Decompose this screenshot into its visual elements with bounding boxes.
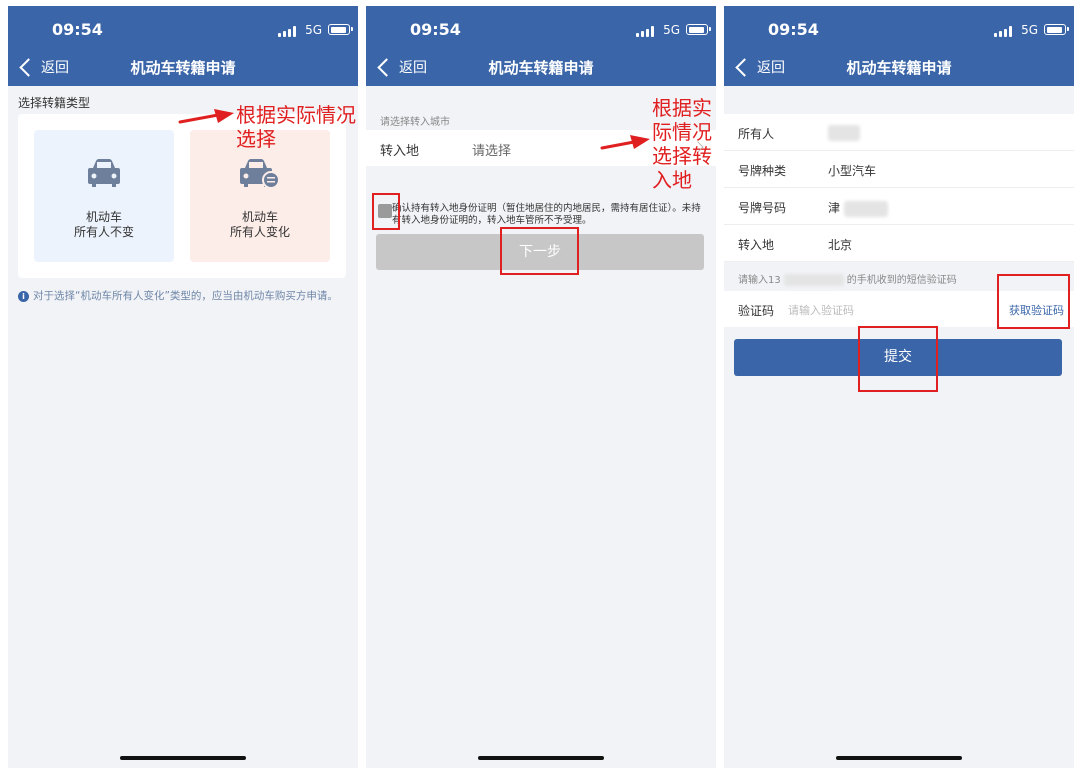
owner-row: 所有人 xyxy=(724,114,1074,151)
redacted-owner xyxy=(828,125,860,141)
card-line2: 所有人不变 xyxy=(73,225,134,239)
status-bar: 09:54 5G xyxy=(366,20,716,42)
code-input[interactable]: 请输入验证码 xyxy=(788,302,854,318)
nav-bar: 返回 机动车转籍申请 xyxy=(724,52,1074,82)
plate-number-value: 津 xyxy=(828,199,888,217)
app-header: 09:54 5G 返回 机动车转籍申请 xyxy=(724,6,1074,86)
annotation-arrow-icon xyxy=(178,109,234,124)
battery-icon xyxy=(1044,24,1069,35)
info-icon: i xyxy=(18,291,29,302)
info-note-text: 对于选择“机动车所有人变化”类型的，应当由机动车购买方申请。 xyxy=(33,290,338,302)
highlight-get-code xyxy=(997,274,1070,329)
destination-label: 转入地 xyxy=(738,238,775,252)
annotation-choose-destination: 根据实 际情况 选择转 入地 xyxy=(652,96,712,192)
card-owner-unchanged[interactable]: 机动车 所有人不变 xyxy=(34,130,174,262)
app-header: 09:54 5G 返回 机动车转籍申请 xyxy=(366,6,716,86)
home-indicator[interactable] xyxy=(836,756,962,760)
redacted-plate xyxy=(843,200,888,217)
vehicle-info-form: 所有人 号牌种类 小型汽车 号牌号码 津 转入地 北京 xyxy=(724,114,1074,262)
status-bar: 09:54 5G xyxy=(724,20,1074,42)
page-title: 机动车转籍申请 xyxy=(130,59,236,77)
status-time: 09:54 xyxy=(768,20,819,39)
page-title: 机动车转籍申请 xyxy=(846,59,952,77)
owner-value xyxy=(828,125,860,141)
plate-type-label: 号牌种类 xyxy=(738,164,787,178)
signal-icon xyxy=(994,26,1012,37)
annotation-choose-type: 根据实际情况 选择 xyxy=(236,103,356,151)
annotation-arrow-icon xyxy=(600,135,650,150)
plate-prefix: 津 xyxy=(828,201,841,215)
destination-row: 转入地 北京 xyxy=(724,225,1074,262)
car-icon xyxy=(88,159,120,187)
section-title: 选择转籍类型 xyxy=(18,96,91,110)
network-label: 5G xyxy=(1021,23,1038,37)
plate-number-row: 号牌号码 津 xyxy=(724,188,1074,225)
card-line2: 所有人变化 xyxy=(229,225,290,239)
plate-type-row: 号牌种类 小型汽车 xyxy=(724,151,1074,188)
code-label: 验证码 xyxy=(738,304,775,318)
network-label: 5G xyxy=(305,23,322,37)
status-bar: 09:54 5G xyxy=(8,20,358,42)
battery-icon xyxy=(686,24,711,35)
destination-placeholder: 请选择 xyxy=(472,144,512,159)
plate-number-label: 号牌号码 xyxy=(738,201,787,215)
app-header: 09:54 5G 返回 机动车转籍申请 xyxy=(8,6,358,86)
nav-bar: 返回 机动车转籍申请 xyxy=(8,52,358,82)
plate-type-value: 小型汽车 xyxy=(828,164,877,178)
home-indicator[interactable] xyxy=(120,756,246,760)
battery-icon xyxy=(328,24,353,35)
highlight-checkbox xyxy=(372,193,400,230)
info-note: i 对于选择“机动车所有人变化”类型的，应当由机动车购买方申请。 xyxy=(18,290,353,303)
redacted-phone xyxy=(783,274,844,286)
highlight-submit xyxy=(858,326,938,392)
city-section-label: 请选择转入城市 xyxy=(380,117,450,128)
car-transfer-icon xyxy=(240,159,280,188)
status-time: 09:54 xyxy=(410,20,461,39)
agree-text: 确认持有转入地身份证明（暂住地居住的内地居民，需持有居住证）。未持有转入地身份证… xyxy=(392,203,701,226)
sms-note: 请输入13 的手机收到的短信验证码 xyxy=(738,271,957,286)
network-label: 5G xyxy=(663,23,680,37)
destination-label: 转入地 xyxy=(380,144,420,159)
home-indicator[interactable] xyxy=(478,756,604,760)
nav-bar: 返回 机动车转籍申请 xyxy=(366,52,716,82)
destination-value: 北京 xyxy=(828,238,853,252)
sms-prefix: 请输入13 xyxy=(738,275,781,286)
signal-icon xyxy=(278,26,296,37)
highlight-next-button xyxy=(500,227,579,275)
owner-label: 所有人 xyxy=(738,127,775,141)
page-title: 机动车转籍申请 xyxy=(488,59,594,77)
status-time: 09:54 xyxy=(52,20,103,39)
signal-icon xyxy=(636,26,654,37)
sms-suffix: 的手机收到的短信验证码 xyxy=(846,275,957,286)
